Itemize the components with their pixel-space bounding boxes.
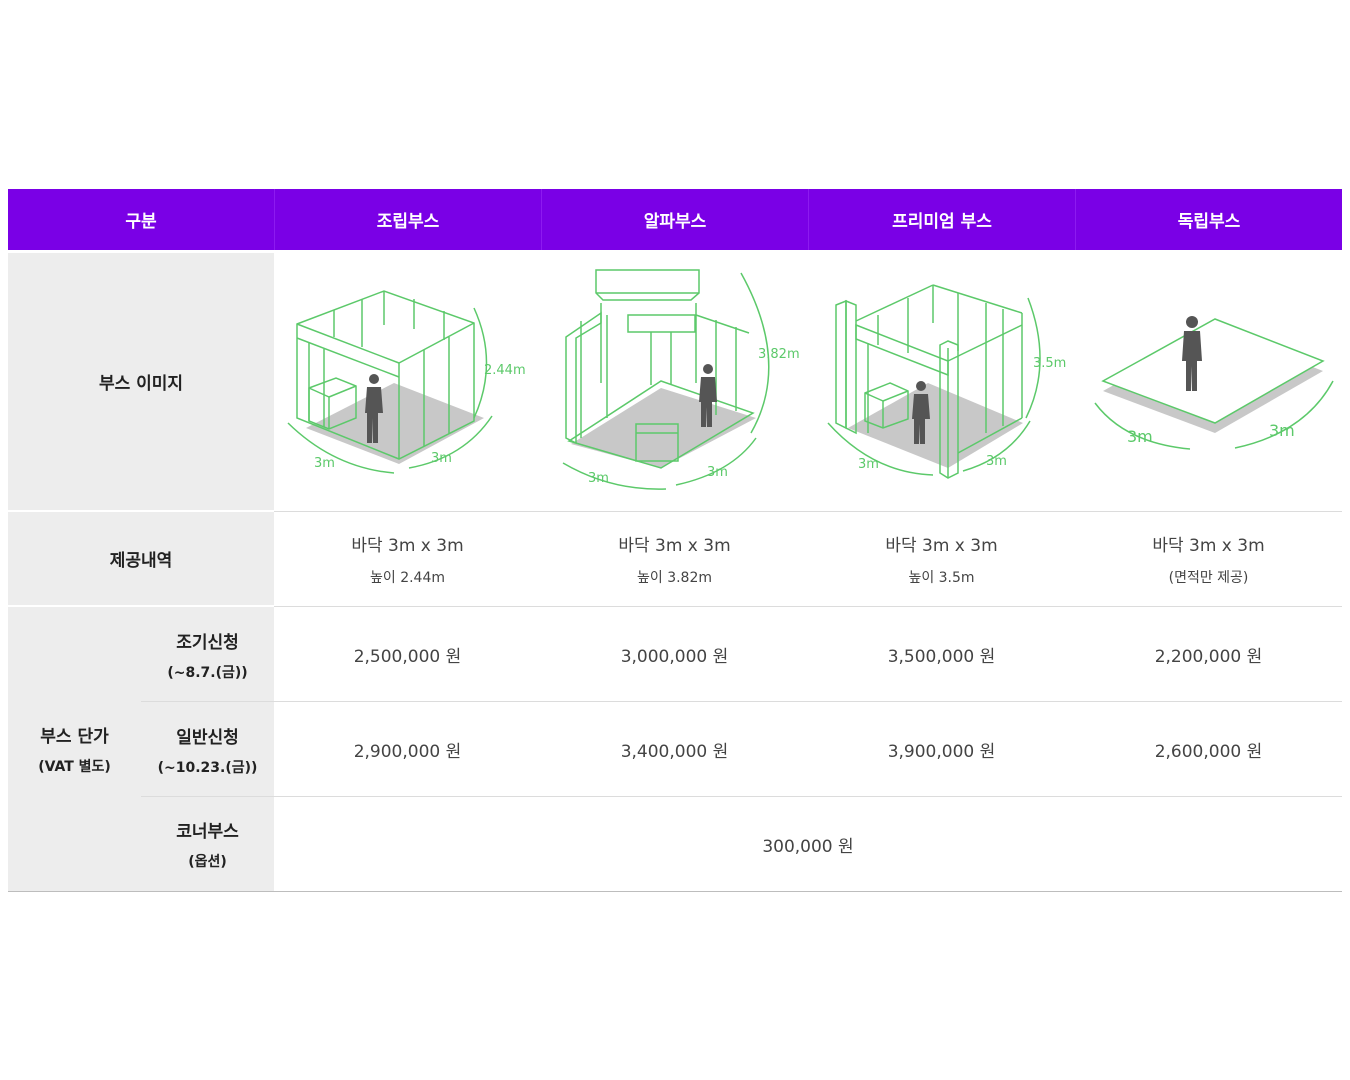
header-raw-space-booth: 독립부스 (1177, 212, 1241, 232)
general-price-premium: 3,900,000 원 (887, 741, 996, 762)
provision-cell-alpha: 바닥 3m x 3m 높이 3.82m (541, 512, 808, 605)
assembly-depth-dim: 3m (431, 451, 452, 466)
booth-price-label: 부스 단가 (VAT 별도) (38, 722, 111, 776)
provision-cell-raw: 바닥 3m x 3m (면적만 제공) (1075, 512, 1342, 605)
raw-space-booth-image: 3m 3m (1094, 316, 1334, 450)
assembly-booth-image: 2.44m 3m 3m (287, 290, 526, 474)
header-assembly-booth: 조립부스 (376, 212, 440, 232)
raw-depth-dim: 3m (1269, 421, 1295, 440)
early-price-premium: 3,500,000 원 (887, 646, 996, 667)
general-price-alpha: 3,400,000 원 (620, 741, 729, 762)
premium-depth-dim: 3m (986, 454, 1007, 469)
general-price-assembly: 2,900,000 원 (353, 741, 462, 762)
provision-cell-assembly: 바닥 3m x 3m 높이 2.44m (274, 512, 541, 605)
general-title: 일반신청 (176, 727, 239, 748)
corner-label: 코너부스 (옵션) (176, 817, 239, 871)
table-header: 구분 조립부스 알파부스 프리미엄 부스 독립부스 (8, 189, 1342, 250)
early-price-alpha: 3,000,000 원 (620, 646, 729, 667)
row-divider (8, 606, 274, 607)
vat-note: (VAT 별도) (38, 759, 111, 775)
alpha-booth-image: 3.82m 3m 3m (562, 269, 800, 490)
booth-height: 높이 3.82m (636, 569, 713, 586)
floor-size: 바닥 3m x 3m (885, 535, 998, 556)
corner-booth-price: 300,000 원 (762, 836, 854, 857)
early-price-assembly: 2,500,000 원 (353, 646, 462, 667)
premium-width-dim: 3m (858, 457, 879, 472)
header-category: 구분 (125, 212, 157, 232)
provision-cell-premium: 바닥 3m x 3m 높이 3.5m (808, 512, 1075, 605)
corner-option: (옵션) (188, 854, 227, 870)
early-title: 조기신청 (176, 632, 239, 653)
raw-width-dim: 3m (1127, 427, 1153, 446)
alpha-width-dim: 3m (588, 471, 609, 486)
assembly-height-dim: 2.44m (484, 363, 526, 378)
early-price-raw: 2,200,000 원 (1154, 646, 1263, 667)
header-alpha-booth: 알파부스 (643, 212, 707, 232)
booth-image-label: 부스 이미지 (98, 374, 184, 394)
row-label-corner: 코너부스 (옵션) (141, 797, 274, 891)
booth-images: 2.44m 3m 3m 3.82m 3m 3m 3.5m 3m 3m 3m 3m (287, 269, 1334, 490)
row-label-general: 일반신청 (~10.23.(금)) (141, 702, 274, 797)
corner-title: 코너부스 (176, 822, 239, 842)
general-deadline: (~10.23.(금)) (157, 759, 258, 776)
booth-height: 높이 3.5m (908, 569, 975, 586)
header-premium-booth: 프리미엄 부스 (892, 212, 992, 232)
floor-size: 바닥 3m x 3m (618, 535, 731, 556)
table-bottom-border (8, 891, 1342, 892)
floor-size: 바닥 3m x 3m (1152, 535, 1265, 556)
floor-size: 바닥 3m x 3m (351, 535, 464, 556)
provision-label: 제공내역 (109, 551, 173, 571)
row-divider (8, 511, 274, 512)
early-deadline: (~8.7.(금)) (167, 664, 248, 681)
alpha-height-dim: 3.82m (758, 347, 800, 362)
row-label-booth-price: 부스 단가 (VAT 별도) (8, 607, 141, 891)
alpha-depth-dim: 3m (707, 465, 728, 480)
premium-height-dim: 3.5m (1033, 356, 1066, 371)
premium-booth-image: 3.5m 3m 3m (827, 284, 1066, 479)
general-price-raw: 2,600,000 원 (1154, 741, 1263, 762)
booth-price-title: 부스 단가 (40, 727, 109, 747)
assembly-width-dim: 3m (314, 456, 335, 471)
row-label-early: 조기신청 (~8.7.(금)) (141, 607, 274, 702)
space-only-note: (면적만 제공) (1168, 569, 1249, 586)
row-label-booth-image: 부스 이미지 (8, 253, 274, 510)
early-label: 조기신청 (~8.7.(금)) (167, 628, 247, 682)
row-label-provision: 제공내역 (8, 512, 274, 605)
general-label: 일반신청 (~10.23.(금)) (158, 723, 258, 777)
booth-height: 높이 2.44m (369, 569, 446, 586)
